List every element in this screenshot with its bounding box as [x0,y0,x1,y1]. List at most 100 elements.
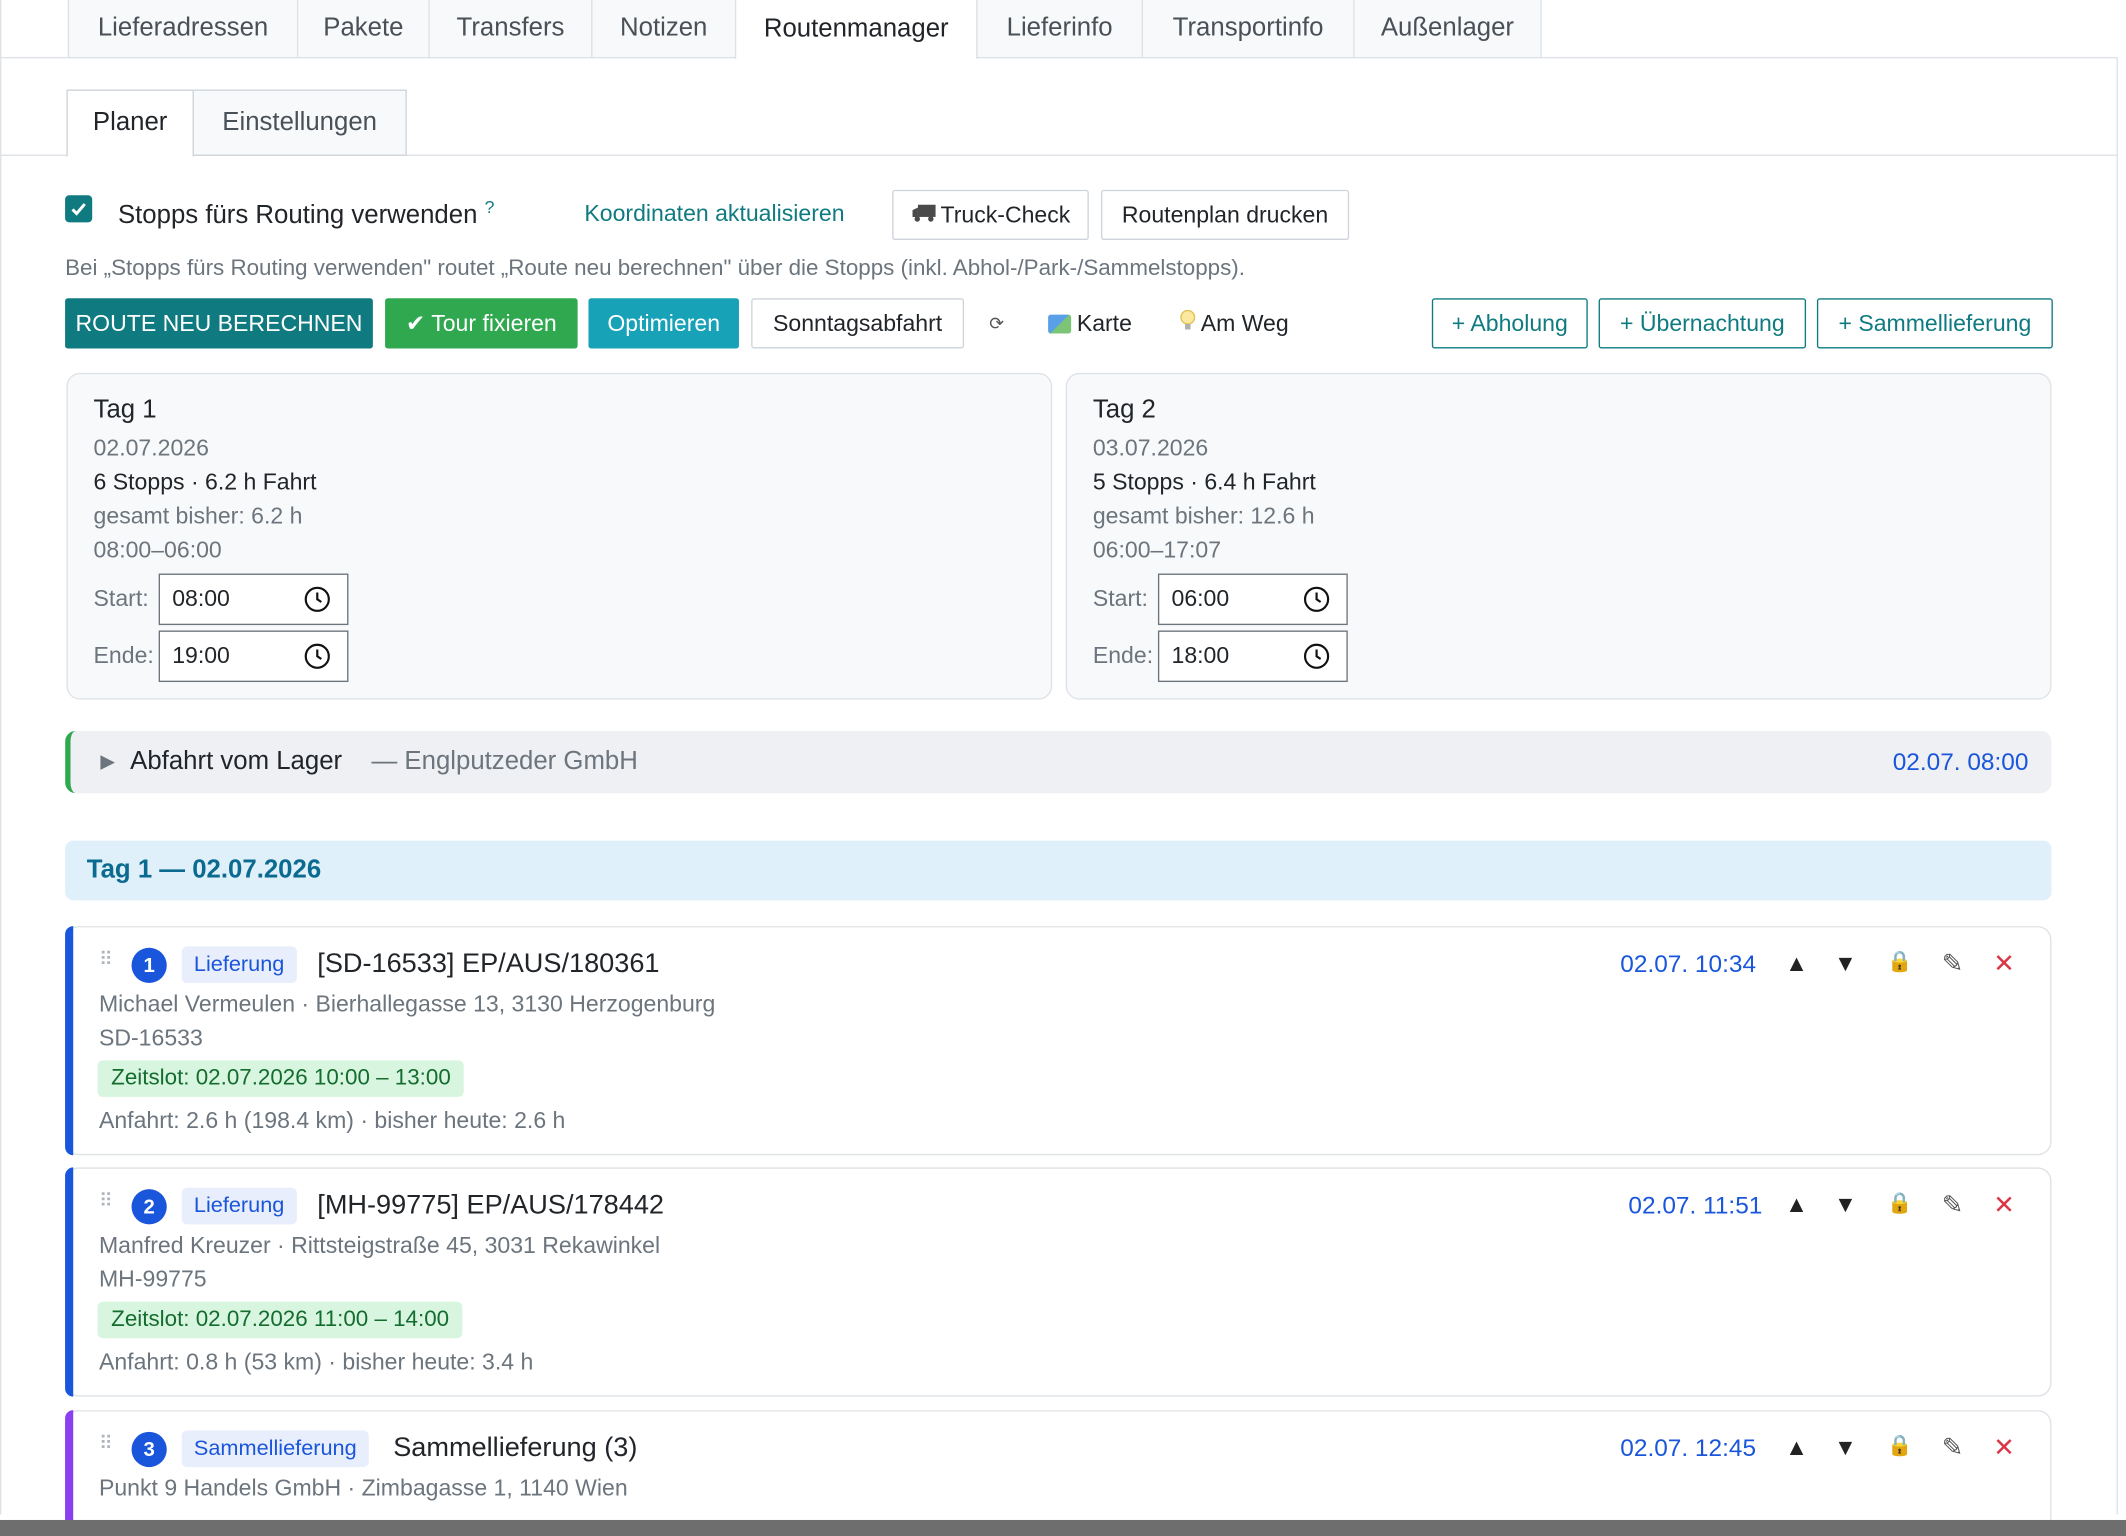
lock-icon[interactable]: 🔒 [1886,1433,1913,1458]
stop-reference: MH-99775 [98,1266,207,1293]
stop-type-badge: Sammellieferung [181,1430,369,1468]
end-label: Ende: [93,642,154,669]
clock-icon[interactable] [304,643,331,670]
move-down-icon[interactable]: ▼ [1832,1192,1859,1219]
start-label: Start: [1092,585,1148,612]
truck-check-button[interactable]: Truck-Check [892,189,1089,240]
truck-check-label: Truck-Check [940,201,1071,228]
expand-triangle-icon[interactable]: ▶ [100,750,115,773]
map-button[interactable]: Karte [1036,298,1144,348]
day-summary: 6 Stopps · 6.2 h Fahrt [93,469,317,495]
end-time-input[interactable]: 18:00 [1157,630,1348,683]
lock-icon[interactable]: 🔒 [1886,949,1913,973]
drag-handle-icon[interactable]: ⠿ [99,949,113,968]
stop-card[interactable]: ⠿ 1 Lieferung [SD-16533] EP/AUS/180361 M… [65,926,2052,1156]
stop-address: Michael Vermeulen · Bierhallegasse 13, 3… [98,991,716,1017]
stop-title: Sammellieferung (3) [393,1433,638,1464]
add-pickup-button[interactable]: + Abholung [1431,298,1588,349]
tab-planer[interactable]: Planer [66,89,194,158]
stop-drive-info: Anfahrt: 0.8 h (53 km) · bisher heute: 3… [98,1349,534,1375]
tab-lieferadressen[interactable]: Lieferadressen [67,0,299,59]
clock-icon[interactable] [1303,643,1330,670]
day-summary: 5 Stopps · 6.4 h Fahrt [1092,469,1316,495]
end-time-value: 19:00 [172,642,230,669]
stop-title: [MH-99775] EP/AUS/178442 [317,1190,664,1221]
use-stops-checkbox[interactable] [65,195,93,223]
tab-aussenlager[interactable]: Außenlager [1353,0,1542,59]
move-down-icon[interactable]: ▼ [1832,950,1859,977]
add-collective-delivery-button[interactable]: + Sammellieferung [1816,298,2053,349]
optimize-button[interactable]: Optimieren [588,298,739,349]
day-title: Tag 2 [1092,395,1156,425]
day-total: gesamt bisher: 6.2 h [93,503,303,529]
sunday-departure-button[interactable]: Sonntagsabfahrt [751,298,965,349]
day-title: Tag 1 [93,395,157,425]
on-the-way-button[interactable]: Am Weg [1166,298,1302,348]
clock-icon[interactable] [1303,586,1330,613]
sub-tab-bar: Planer Einstellungen [0,89,2118,158]
depot-departure-row[interactable]: ▶ Abfahrt vom Lager — Englputzeder GmbH … [65,730,2052,794]
map-icon [1048,313,1072,333]
lock-icon[interactable]: 🔒 [1886,1190,1913,1215]
truck-icon [911,201,937,228]
start-time-value: 08:00 [172,585,230,612]
map-label: Karte [1076,309,1132,336]
stop-card[interactable]: ⠿ 2 Lieferung [MH-99775] EP/AUS/178442 M… [65,1167,2052,1397]
tab-transportinfo[interactable]: Transportinfo [1141,0,1355,59]
drag-handle-icon[interactable]: ⠿ [99,1433,113,1452]
update-coordinates-link[interactable]: Koordinaten aktualisieren [584,201,844,228]
stop-eta: 02.07. 10:34 [1620,950,1757,978]
drag-handle-icon[interactable]: ⠿ [99,1190,113,1209]
stop-number: 1 [131,947,167,984]
edit-icon[interactable]: ✎ [1939,1433,1966,1464]
day-section-title: Tag 1 — 02.07.2026 [86,855,322,885]
day-window: 06:00–17:07 [1092,536,1222,563]
stop-type-badge: Lieferung [181,946,297,984]
refresh-icon[interactable]: ⟳ [979,298,1014,348]
day-date: 03.07.2026 [1092,435,1209,462]
stop-type-badge: Lieferung [181,1187,297,1225]
remove-icon[interactable]: ✕ [1990,949,2017,980]
tab-lieferinfo[interactable]: Lieferinfo [976,0,1144,59]
tab-transfers[interactable]: Transfers [428,0,593,59]
day-total: gesamt bisher: 12.6 h [1092,503,1315,529]
tab-pakete[interactable]: Pakete [296,0,430,59]
tab-routenmanager[interactable]: Routenmanager [734,0,978,60]
move-up-icon[interactable]: ▲ [1783,950,1810,977]
lightbulb-icon [1179,309,1195,337]
help-icon[interactable]: ? [485,197,495,217]
stop-number: 3 [131,1431,167,1468]
tab-einstellungen[interactable]: Einstellungen [192,89,407,156]
stop-address: Punkt 9 Handels GmbH · Zimbagasse 1, 114… [98,1475,628,1501]
remove-icon[interactable]: ✕ [1990,1190,2017,1221]
horizontal-scrollbar[interactable] [0,1519,2126,1536]
use-stops-label: Stopps fürs Routing verwenden ? [117,196,495,230]
on-the-way-label: Am Weg [1200,309,1289,336]
day-card-2: Tag 2 03.07.2026 5 Stopps · 6.4 h Fahrt … [1065,372,2052,700]
edit-icon[interactable]: ✎ [1939,949,1966,980]
stop-color-bar [65,926,74,1156]
day-section-header: Tag 1 — 02.07.2026 [65,840,2052,901]
stop-number: 2 [131,1189,167,1225]
remove-icon[interactable]: ✕ [1990,1433,2017,1464]
start-label: Start: [93,585,149,612]
stop-card[interactable]: ⠿ 3 Sammellieferung Sammellieferung (3) … [65,1410,2052,1534]
main-tab-bar: Lieferadressen Pakete Transfers Notizen … [0,0,2118,60]
start-time-input[interactable]: 06:00 [1157,573,1348,626]
tab-notizen[interactable]: Notizen [591,0,737,59]
start-time-input[interactable]: 08:00 [158,573,349,626]
move-up-icon[interactable]: ▲ [1783,1435,1810,1462]
edit-icon[interactable]: ✎ [1939,1190,1966,1221]
stop-color-bar [65,1410,74,1534]
clock-icon[interactable] [304,586,331,613]
move-down-icon[interactable]: ▼ [1832,1435,1859,1462]
end-time-input[interactable]: 19:00 [158,630,349,683]
routing-hint: Bei „Stopps fürs Routing verwenden" rout… [65,256,1245,281]
add-overnight-button[interactable]: + Übernachtung [1598,298,1807,349]
move-up-icon[interactable]: ▲ [1783,1192,1810,1219]
recalculate-route-button[interactable]: ROUTE NEU BERECHNEN [65,298,373,349]
fix-tour-button[interactable]: ✔ Tour fixieren [385,298,578,349]
depot-label: Abfahrt vom Lager [130,747,343,776]
depot-time: 02.07. 08:00 [1892,748,2029,776]
print-route-button[interactable]: Routenplan drucken [1100,189,1350,240]
